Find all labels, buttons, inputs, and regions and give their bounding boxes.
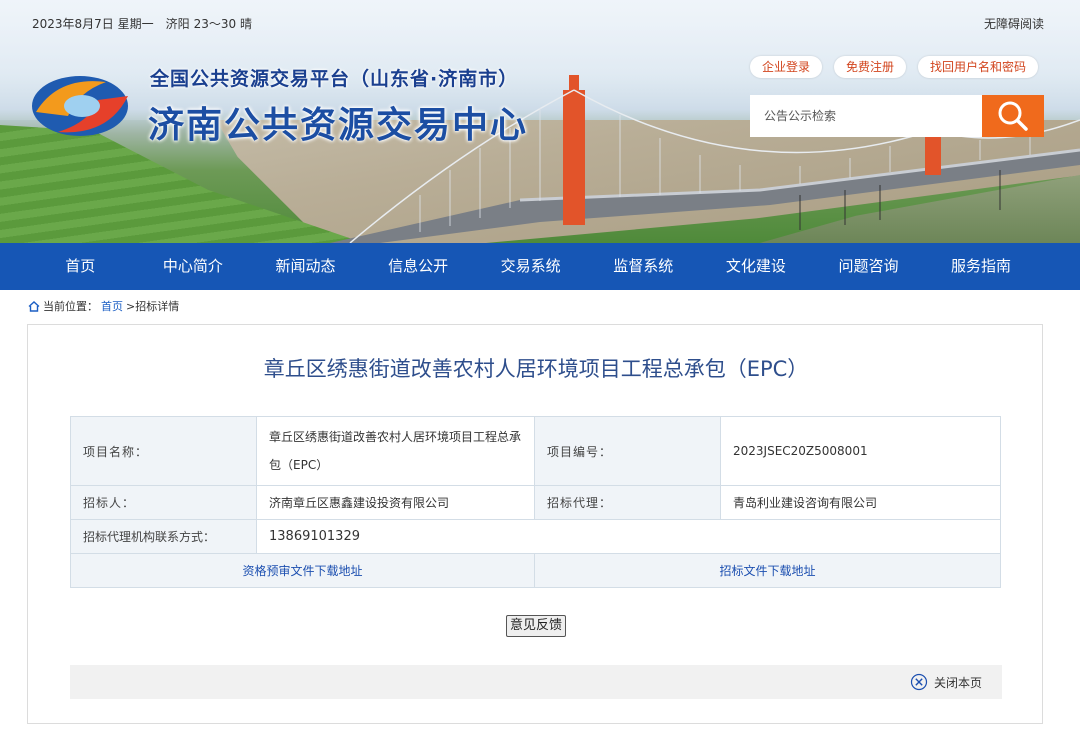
table-row: 招标代理机构联系方式： 13869101329 [70,519,1001,554]
table-row: 招标人： 济南章丘区惠鑫建设投资有限公司 招标代理： 青岛利业建设咨询有限公司 [70,485,1001,520]
accessible-reading-link[interactable]: 无障碍阅读 [984,15,1044,32]
search-icon [998,101,1028,131]
recover-account-link[interactable]: 找回用户名和密码 [918,56,1039,78]
feedback-button[interactable]: 意见反馈 [506,615,567,637]
close-icon [910,673,928,691]
home-icon [28,300,40,312]
tender-info-table: 项目名称： 章丘区绣惠街道改善农村人居环境项目工程总承 包（EPC） 项目编号：… [70,416,1001,588]
nav-item-home[interactable]: 首页 [24,243,137,290]
content-panel: 章丘区绣惠街道改善农村人居环境项目工程总承包（EPC） 项目名称： 章丘区绣惠街… [27,324,1043,724]
date-weather: 2023年8月7日 星期一 济阳 23～30 晴 [32,15,252,32]
breadcrumb-current: >招标详情 [126,300,180,313]
nav-item-news[interactable]: 新闻动态 [249,243,362,290]
weather-city: 济阳 [165,17,190,31]
tenderer-value: 济南章丘区惠鑫建设投资有限公司 [256,485,535,520]
search-button[interactable] [982,95,1044,137]
nav-item-guide[interactable]: 服务指南 [925,243,1038,290]
agent-value: 青岛利业建设咨询有限公司 [720,485,1001,520]
nav-item-culture[interactable]: 文化建设 [700,243,813,290]
project-name-line-2: 包（EPC） [269,458,329,472]
page-title: 章丘区绣惠街道改善农村人居环境项目工程总承包（EPC） [263,357,809,381]
register-link[interactable]: 免费注册 [834,56,907,78]
agent-label: 招标代理： [534,485,721,520]
prequal-download-link[interactable]: 资格预审文件下载地址 [70,553,535,588]
contact-label: 招标代理机构联系方式： [70,519,257,554]
table-row: 项目名称： 章丘区绣惠街道改善农村人居环境项目工程总承 包（EPC） 项目编号：… [70,416,1001,486]
site-subtitle: 全国公共资源交易平台（山东省·济南市） [150,68,519,90]
breadcrumb: 当前位置： 首页 >招标详情 [28,298,179,314]
contact-value: 13869101329 [256,519,1001,554]
tender-download-link[interactable]: 招标文件下载地址 [534,553,1001,588]
site-title: 济南公共资源交易中心 [148,105,529,146]
project-no-value: 2023JSEC20Z5008001 [720,416,1001,486]
header-banner: 2023年8月7日 星期一 济阳 23～30 晴 无障碍阅读 全国公共资源交易平台（… [0,0,1080,243]
nav-item-disclosure[interactable]: 信息公开 [362,243,475,290]
user-links: 企业登录 免费注册 找回用户名和密码 [750,56,1039,78]
close-page-label: 关闭本页 [933,675,982,690]
close-bar: 关闭本页 [70,665,1002,699]
table-row: 资格预审文件下载地址 招标文件下载地址 [70,553,1001,588]
nav-item-consult[interactable]: 问题咨询 [812,243,925,290]
breadcrumb-home-link[interactable]: 首页 [101,298,123,314]
enterprise-login-link[interactable]: 企业登录 [750,56,823,78]
current-date: 2023年8月7日 星期一 [32,17,154,31]
logo-icon [32,76,128,136]
project-name-line-1: 章丘区绣惠街道改善农村人居环境项目工程总承 [269,430,522,444]
main-nav: 首页 中心简介 新闻动态 信息公开 交易系统 监督系统 文化建设 问题咨询 服务… [0,243,1080,290]
breadcrumb-prefix: 当前位置： [43,300,98,313]
nav-item-trading[interactable]: 交易系统 [474,243,587,290]
project-no-label: 项目编号： [534,416,721,486]
project-name-label: 项目名称： [70,416,257,486]
nav-item-supervision[interactable]: 监督系统 [587,243,700,290]
tenderer-label: 招标人： [70,485,257,520]
close-page-button[interactable]: 关闭本页 [910,673,982,691]
project-name-value: 章丘区绣惠街道改善农村人居环境项目工程总承 包（EPC） [256,416,535,486]
search-box [750,95,1044,137]
search-input[interactable] [750,95,982,137]
nav-item-about[interactable]: 中心简介 [137,243,250,290]
weather-info: 23～30 晴 [193,17,252,31]
